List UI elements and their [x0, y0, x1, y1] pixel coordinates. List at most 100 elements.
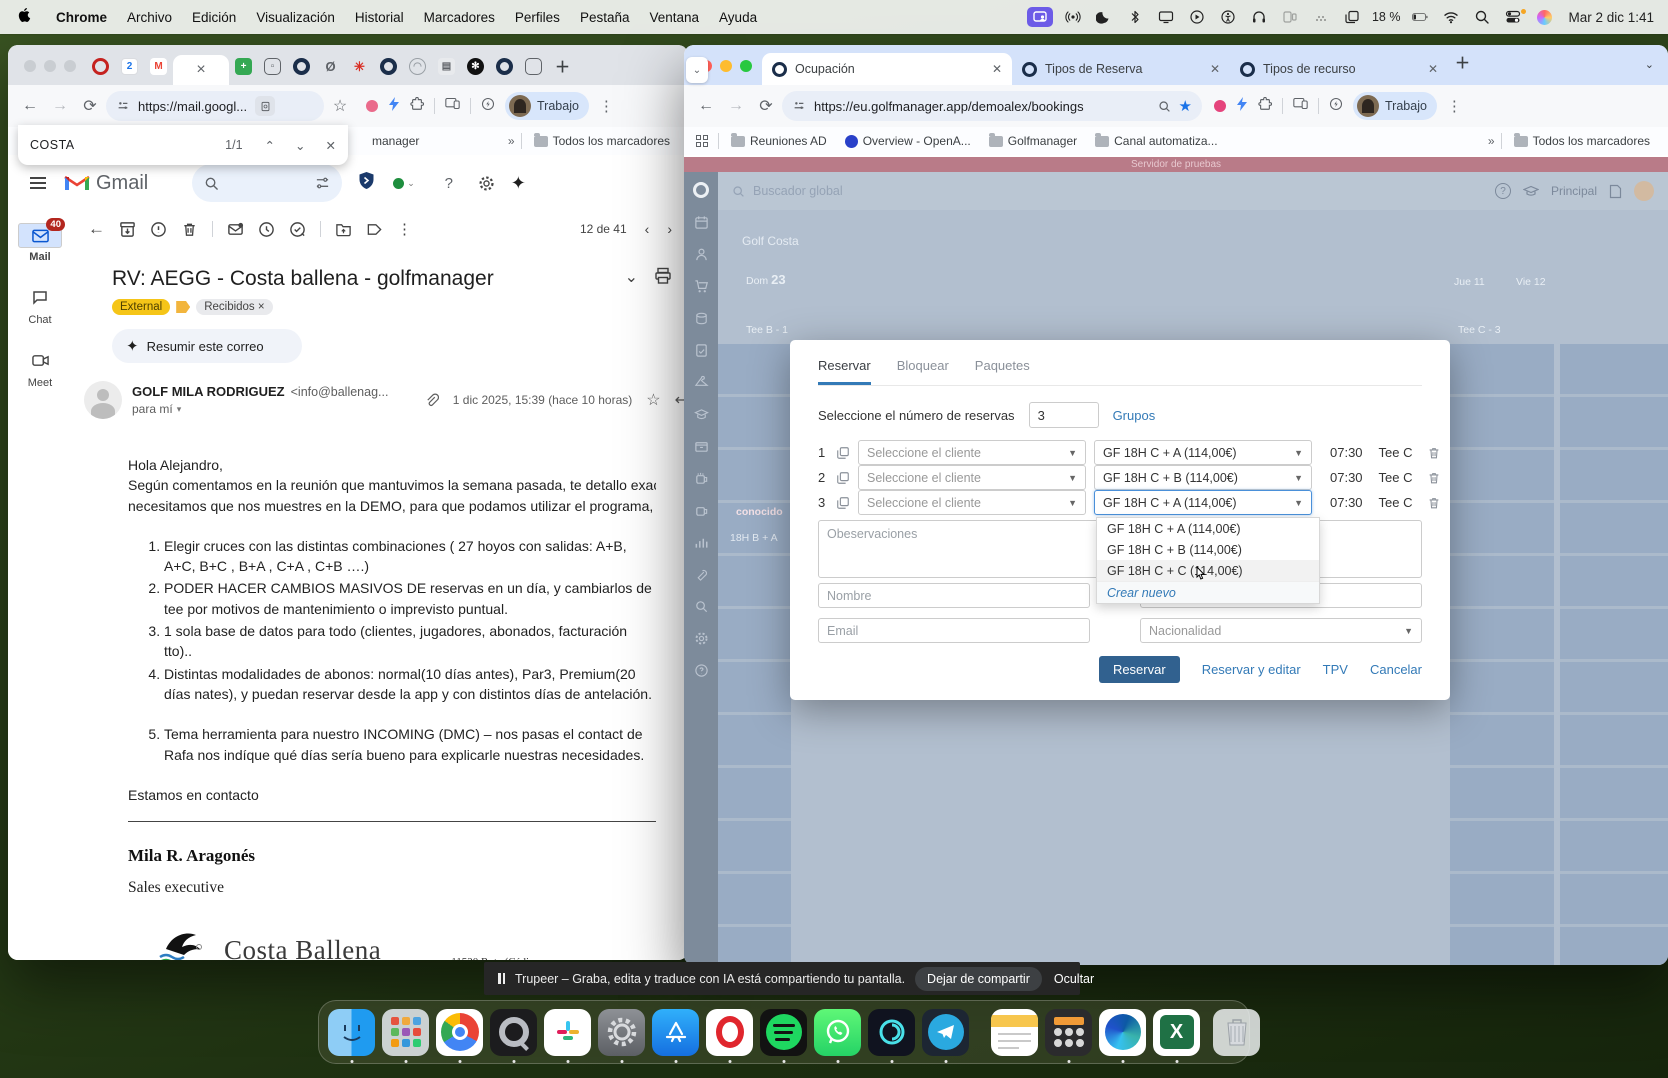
back-button[interactable]: ← [16, 92, 44, 120]
find-prev-icon[interactable]: ⌃ [265, 138, 275, 153]
tpv-button[interactable]: TPV [1323, 662, 1348, 677]
reload-button[interactable]: ⟳ [752, 92, 780, 120]
url-bar[interactable]: https://eu.golfmanager.app/demoalex/book… [782, 91, 1202, 121]
zoom-window-button[interactable] [64, 60, 76, 72]
dock-slack-icon[interactable] [544, 1009, 591, 1056]
star-email-icon[interactable]: ☆ [646, 390, 660, 410]
workspace-shield-icon[interactable] [358, 171, 375, 195]
nombre-input[interactable] [818, 583, 1090, 608]
menu-app-name[interactable]: Chrome [46, 10, 117, 25]
profile-chip[interactable]: Trabajo [1353, 92, 1437, 120]
tab-favicon-book[interactable]: ▤ [438, 58, 455, 75]
bookmark-star-icon[interactable]: ☆ [326, 92, 354, 120]
client-select[interactable]: Seleccione el cliente▼ [858, 440, 1086, 465]
bookmarks-overflow-icon[interactable]: » [508, 134, 515, 148]
bookmark-all-bookmarks[interactable]: Todos los marcadores [528, 134, 676, 148]
tab-favicon-record[interactable] [92, 58, 109, 75]
device-toolbar-icon[interactable] [445, 97, 460, 115]
stop-sharing-button[interactable]: Dejar de compartir [915, 967, 1042, 991]
gmail-help-icon[interactable]: ? [435, 169, 463, 197]
tab-favicon-gm3[interactable] [496, 58, 513, 75]
more-options-icon[interactable]: ⋮ [397, 220, 412, 238]
find-next-icon[interactable]: ⌄ [295, 138, 305, 153]
tab-favicon-gmail[interactable]: M [150, 58, 167, 75]
rail-meet[interactable]: Meet [18, 346, 62, 389]
delete-icon[interactable] [181, 221, 198, 238]
tab-ocupacion[interactable]: Ocupación✕ [762, 53, 1012, 85]
bookmark-reuniones-ad[interactable]: Reuniones AD [725, 134, 833, 148]
bluetooth-icon[interactable] [1124, 8, 1146, 26]
new-tab-button[interactable]: ＋ [1454, 54, 1471, 71]
device-toolbar-icon[interactable] [1293, 97, 1308, 115]
spotlight-search-icon[interactable] [1471, 8, 1493, 26]
grupos-link[interactable]: Grupos [1113, 408, 1156, 423]
active-tab-gmail[interactable]: × [173, 55, 229, 85]
window-controls[interactable] [24, 60, 76, 72]
tab-reservar[interactable]: Reservar [818, 358, 871, 385]
forward-button[interactable]: → [722, 92, 750, 120]
menu-edicion[interactable]: Edición [182, 10, 246, 25]
crear-nuevo-link[interactable]: Crear nuevo [1097, 581, 1319, 603]
product-select[interactable]: GF 18H C + A (114,00€)▼ [1094, 440, 1312, 465]
archive-icon[interactable] [119, 221, 136, 238]
client-select[interactable]: Seleccione el cliente▼ [858, 465, 1086, 490]
newer-email-icon[interactable]: ‹ [645, 221, 650, 237]
tab-favicon-spark[interactable]: ✳ [351, 58, 368, 75]
important-marker-icon[interactable] [176, 301, 190, 313]
move-to-icon[interactable] [335, 221, 352, 238]
bookmark-golfmanager[interactable]: Golfmanager [983, 134, 1083, 148]
extensions-puzzle-icon[interactable] [410, 97, 424, 116]
headphones-icon[interactable] [1248, 8, 1270, 26]
energy-icon[interactable] [1329, 97, 1343, 116]
collapse-all-icon[interactable]: ⌄ [625, 267, 638, 287]
menu-ayuda[interactable]: Ayuda [709, 10, 767, 25]
delete-row-icon[interactable] [1427, 446, 1441, 460]
menu-clock[interactable]: Mar 2 dic 1:41 [1568, 10, 1654, 25]
ext-pink-icon[interactable] [1214, 100, 1226, 112]
tab-scroll-chevron-icon[interactable]: ⌄ [686, 57, 708, 83]
menu-historial[interactable]: Historial [345, 10, 414, 25]
close-tab-icon[interactable]: × [196, 61, 205, 79]
bookmark-all-bookmarks[interactable]: Todos los marcadores [1508, 134, 1656, 148]
browser-menu-icon[interactable]: ⋮ [1447, 97, 1462, 115]
reservar-button[interactable]: Reservar [1099, 656, 1180, 683]
status-dot-icon[interactable]: ⌄ [393, 178, 415, 189]
gmail-settings-gear-icon[interactable] [473, 169, 501, 197]
find-in-page-bar[interactable]: COSTA 1/1 ⌃ ⌄ ✕ [18, 125, 348, 165]
browser-menu-icon[interactable]: ⋮ [599, 97, 614, 115]
back-to-inbox-icon[interactable]: ← [88, 219, 105, 239]
external-label[interactable]: External [112, 299, 170, 315]
energy-icon[interactable] [481, 97, 495, 116]
duplicate-row-icon[interactable] [836, 471, 850, 485]
close-tab-icon[interactable]: ✕ [1428, 62, 1438, 76]
tab-search-chevron-icon[interactable]: ⌄ [1645, 58, 1654, 71]
minimize-window-button[interactable] [44, 60, 56, 72]
inbox-label[interactable]: Recibidos × [196, 299, 272, 315]
sender-avatar[interactable] [84, 381, 122, 419]
focus-moon-icon[interactable] [1093, 8, 1115, 26]
tab-favicon-calendar[interactable]: 2 [121, 58, 138, 75]
tab-favicon-globe[interactable]: ◠ [409, 58, 426, 75]
zoom-page-icon[interactable] [1158, 100, 1171, 113]
battery-icon[interactable] [1409, 8, 1431, 26]
mark-unread-icon[interactable] [227, 221, 244, 238]
rail-chat[interactable]: Chat [18, 283, 62, 326]
rail-mail[interactable]: 40 Mail [18, 223, 62, 263]
back-button[interactable]: ← [692, 92, 720, 120]
menu-archivo[interactable]: Archivo [117, 10, 182, 25]
close-window-button[interactable] [24, 60, 36, 72]
dropdown-option-a[interactable]: GF 18H C + A (114,00€) [1097, 518, 1319, 539]
hide-button[interactable]: Ocultar [1054, 972, 1094, 986]
display-icon[interactable] [1155, 8, 1177, 26]
zoom-window-button[interactable] [740, 60, 752, 72]
apps-grid-icon[interactable] [696, 135, 708, 147]
summarize-email-button[interactable]: ✦ Resumir este correo [112, 329, 302, 363]
find-query[interactable]: COSTA [30, 138, 75, 152]
dock-notes-icon[interactable] [991, 1009, 1038, 1056]
labels-icon[interactable] [366, 221, 383, 238]
menu-pestana[interactable]: Pestaña [570, 10, 640, 25]
dock-finder-icon[interactable] [328, 1009, 375, 1056]
tab-bloquear[interactable]: Bloquear [897, 358, 949, 385]
control-center-icon[interactable] [1502, 8, 1524, 26]
bookmark-partial[interactable]: manager [366, 134, 425, 148]
